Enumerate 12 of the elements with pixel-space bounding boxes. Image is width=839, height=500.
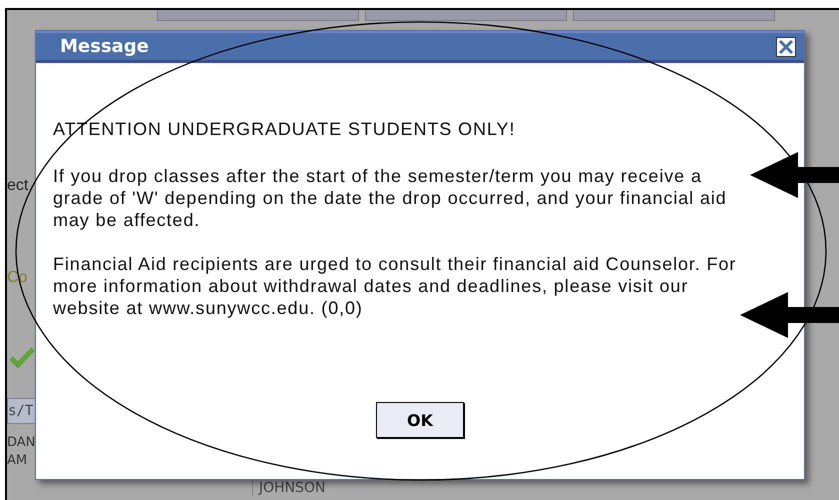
background-text: ect	[7, 176, 30, 196]
time-text: DAN	[7, 434, 36, 452]
checkmark-icon	[9, 346, 35, 368]
ok-button[interactable]: OK	[376, 402, 464, 438]
message-paragraph: If you drop classes after the start of the semester/term you may receive a grade of 'W' depending on the date the drop occurred, and your financial aid may be affected.	[53, 165, 728, 231]
dialog-title: Message	[60, 36, 149, 57]
close-button[interactable]	[776, 36, 796, 56]
message-paragraph: Financial Aid recipients are urged to consult their financial aid Counselor. For more information about withdrawal dates and deadlines, please visit our website at www.sunywcc.edu. (0,0)	[53, 253, 738, 319]
tab[interactable]	[573, 10, 775, 21]
time-text: AM	[7, 452, 28, 470]
tab[interactable]	[365, 10, 567, 21]
tab[interactable]	[157, 10, 359, 21]
